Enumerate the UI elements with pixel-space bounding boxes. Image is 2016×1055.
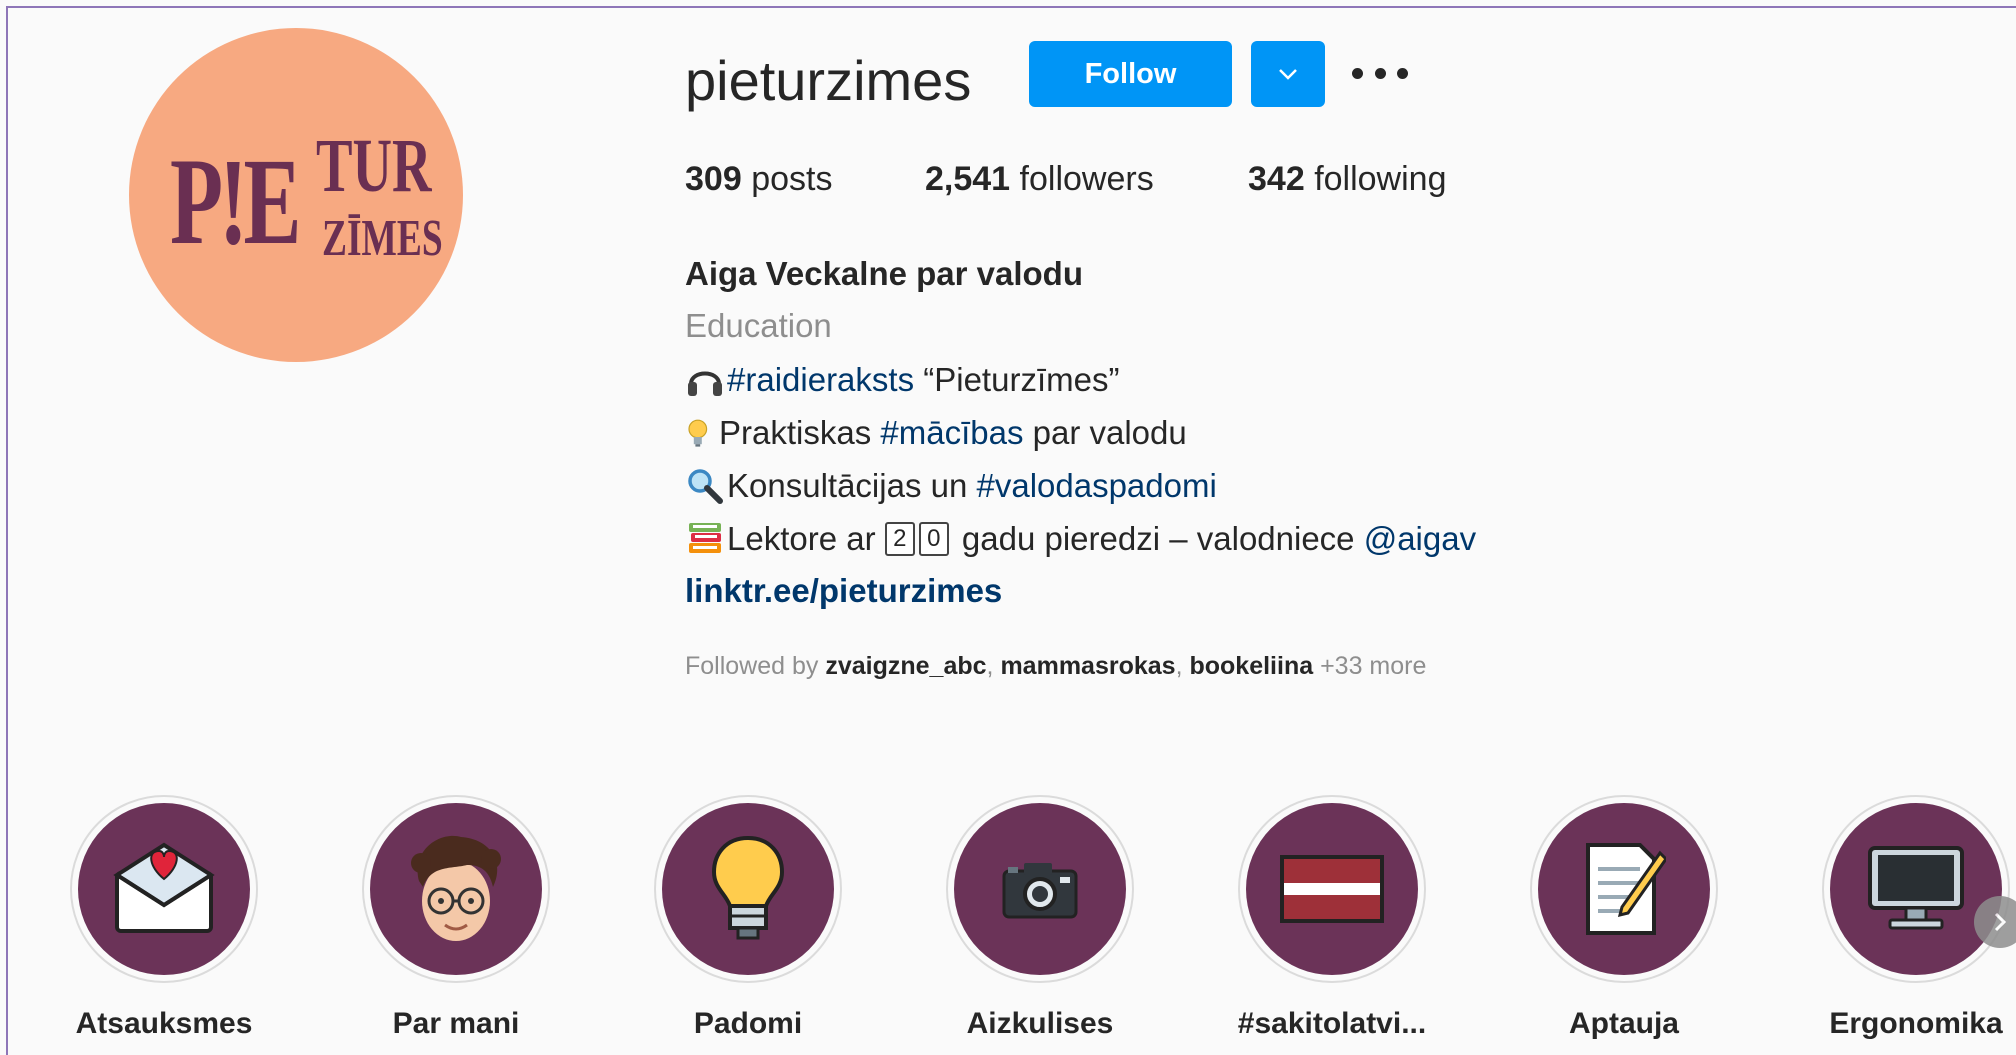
followed-by-user: zvaigzne_abc bbox=[825, 652, 987, 680]
highlight-ring bbox=[654, 795, 842, 983]
bio-line-lessons: Praktiskas #mācības par valodu bbox=[685, 413, 1187, 453]
bio-line-podcast: #raidieraksts “Pieturzīmes” bbox=[685, 360, 1119, 400]
chevron-right-icon bbox=[1994, 912, 2007, 932]
highlight-aptauja[interactable]: Aptauja bbox=[1524, 795, 1724, 1041]
highlight-ring bbox=[946, 795, 1134, 983]
latvian-flag-icon bbox=[1280, 855, 1384, 923]
highlight-padomi[interactable]: Padomi bbox=[648, 795, 848, 1041]
highlight-ring bbox=[1530, 795, 1718, 983]
highlight-ring bbox=[362, 795, 550, 983]
highlight-cover bbox=[954, 803, 1126, 975]
suggested-accounts-button[interactable] bbox=[1251, 41, 1325, 107]
mention-link[interactable]: @aigav bbox=[1364, 520, 1476, 558]
memoji-avatar-icon bbox=[411, 835, 501, 941]
bio-text: par valodu bbox=[1023, 414, 1187, 451]
logo-text-pie: P!E bbox=[170, 133, 301, 270]
profile-username: pieturzimes bbox=[685, 49, 972, 112]
bio-full-name: Aiga Veckalne par valodu bbox=[685, 255, 1083, 292]
chevron-down-icon bbox=[1279, 69, 1297, 80]
posts-label: posts bbox=[751, 160, 833, 198]
hashtag-link[interactable]: #mācības bbox=[880, 414, 1023, 452]
books-icon bbox=[689, 523, 721, 553]
logo-text-tur: TUR bbox=[316, 124, 432, 208]
highlight-label: #sakitolatvi... bbox=[1237, 1007, 1427, 1040]
followed-by-more: +33 more bbox=[1320, 652, 1427, 680]
posts-number: 309 bbox=[685, 160, 742, 198]
camera-icon bbox=[1002, 863, 1078, 919]
light-bulb-icon bbox=[711, 835, 785, 940]
highlight-aizkulises[interactable]: Aizkulises bbox=[940, 795, 1140, 1041]
highlight-cover bbox=[1830, 803, 2002, 975]
headphones-icon bbox=[688, 371, 722, 396]
keycap-digit: 0 bbox=[918, 522, 949, 556]
highlight-label: Par mani bbox=[392, 1007, 520, 1040]
bio-text: Konsultācijas un bbox=[727, 467, 977, 504]
highlight-label: Aizkulises bbox=[966, 1007, 1114, 1040]
followers-link[interactable]: 2,541 followers bbox=[925, 160, 1154, 199]
keycap-digit: 2 bbox=[884, 522, 915, 556]
bio-category: Education bbox=[685, 307, 832, 344]
highlight-ring bbox=[70, 795, 258, 983]
highlight-atsauksmes[interactable]: Atsauksmes bbox=[64, 795, 264, 1041]
highlight-cover bbox=[78, 803, 250, 975]
bio-website-link[interactable]: linktr.ee/pieturzimes bbox=[685, 572, 1002, 610]
logo-text-zimes: ZĪMES bbox=[322, 210, 443, 267]
highlight-ring bbox=[1822, 795, 2010, 983]
highlight-ring bbox=[1238, 795, 1426, 983]
light-bulb-icon bbox=[688, 419, 708, 447]
following-link[interactable]: 342 following bbox=[1248, 160, 1447, 199]
computer-monitor-icon bbox=[1868, 846, 1964, 930]
highlight-cover bbox=[370, 803, 542, 975]
more-dot-icon bbox=[1352, 67, 1363, 79]
highlight-cover bbox=[1246, 803, 1418, 975]
highlight-cover bbox=[662, 803, 834, 975]
bio-text: gadu pieredzi – valodniece bbox=[952, 520, 1364, 557]
highlight-label: Padomi bbox=[693, 1007, 803, 1040]
hashtag-link[interactable]: #raidieraksts bbox=[727, 361, 914, 399]
bio-text: “Pieturzīmes” bbox=[914, 361, 1120, 398]
following-number: 342 bbox=[1248, 160, 1305, 198]
highlight-label: Aptauja bbox=[1568, 1007, 1679, 1040]
highlight-label: Ergonomika bbox=[1829, 1007, 2003, 1040]
more-options-button[interactable] bbox=[1352, 50, 1408, 96]
bio-line-lecturer: Lektore ar 20 gadu pieredzi – valodniece… bbox=[685, 519, 1476, 559]
followed-by-prefix: Followed by bbox=[685, 652, 826, 680]
following-label: following bbox=[1314, 160, 1447, 198]
followers-label: followers bbox=[1019, 160, 1154, 198]
posts-count: 309 posts bbox=[685, 160, 832, 199]
followed-by[interactable]: Followed by zvaigzne_abc, mammasrokas, b… bbox=[685, 652, 1426, 681]
follow-button[interactable]: Follow bbox=[1029, 41, 1232, 107]
highlight-cover bbox=[1538, 803, 1710, 975]
highlight-par-mani[interactable]: Par mani bbox=[356, 795, 556, 1041]
memo-icon bbox=[1586, 843, 1666, 935]
highlight-sakitolatvi[interactable]: #sakitolatvi... bbox=[1232, 795, 1432, 1041]
profile-avatar[interactable]: P!E TUR ZĪMES bbox=[129, 28, 463, 362]
pieturzimes-logo: P!E TUR ZĪMES bbox=[166, 115, 443, 275]
followers-number: 2,541 bbox=[925, 160, 1011, 198]
followed-by-user: mammasrokas bbox=[1000, 652, 1176, 680]
magnifying-glass-icon bbox=[688, 469, 723, 504]
bio-line-consultations: Konsultācijas un #valodaspadomi bbox=[685, 466, 1217, 506]
bio-text: Praktiskas bbox=[719, 414, 881, 451]
highlight-label: Atsauksmes bbox=[75, 1007, 253, 1040]
hashtag-link[interactable]: #valodaspadomi bbox=[976, 467, 1216, 505]
more-dot-icon bbox=[1374, 67, 1386, 79]
followed-by-user: bookeliina bbox=[1189, 652, 1314, 680]
bio-text: Lektore ar bbox=[727, 520, 885, 557]
love-letter-icon bbox=[113, 842, 215, 933]
more-dot-icon bbox=[1397, 67, 1408, 79]
